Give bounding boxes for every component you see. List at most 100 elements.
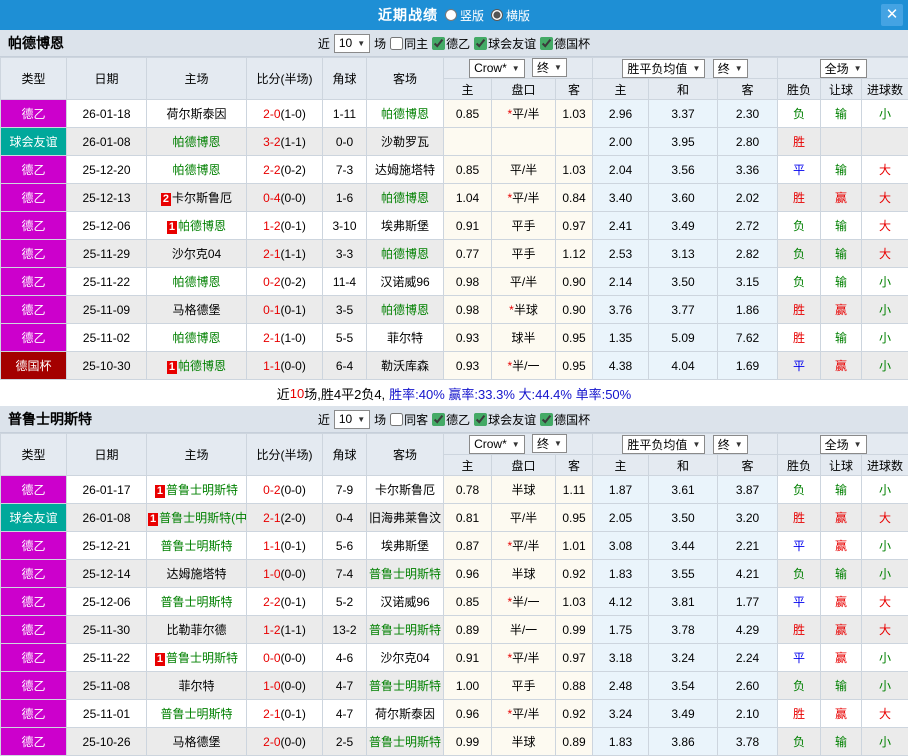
col-home: 主场 <box>147 434 247 476</box>
halftime-score: (0-2) <box>281 275 306 289</box>
halftime-score: (1-1) <box>281 623 306 637</box>
result-goals: 大 <box>862 588 908 616</box>
match-count-select[interactable]: 10▼ <box>334 410 370 429</box>
odds-away-value: 0.90 <box>556 268 593 296</box>
team-label: 卡尔斯鲁厄 <box>375 483 435 497</box>
home-team: 1普鲁士明斯特 <box>147 476 247 504</box>
match-row: 德乙25-11-01普鲁士明斯特2-1(0-1)4-7荷尔斯泰因0.96*平/半… <box>1 700 908 728</box>
league2-checkbox[interactable]: 德乙 <box>432 411 470 428</box>
results-body: 德乙26-01-18荷尔斯泰因2-0(1-0)1-11帕德博恩0.85*平/半1… <box>1 100 908 380</box>
friendly-checkbox[interactable]: 球会友谊 <box>474 411 536 428</box>
match-date: 25-12-21 <box>67 532 147 560</box>
league2-checkbox-input[interactable] <box>432 37 445 50</box>
layout-horizontal-option[interactable]: 横版 <box>491 7 530 24</box>
avg-final-select[interactable]: 终▼ <box>713 59 748 78</box>
result-wdl: 胜 <box>778 184 821 212</box>
team-label: 马格德堡 <box>172 303 220 317</box>
avg-select[interactable]: 胜平负均值▼ <box>622 435 705 454</box>
corner-count: 4-7 <box>323 672 367 700</box>
odds-home-value: 1.04 <box>444 184 492 212</box>
col-odds-away: 客 <box>556 455 593 476</box>
record-summary: 近10场,胜4平2负4, 胜率:40% 赢率:33.3% 大:44.4% 单率:… <box>0 380 908 406</box>
avg-draw-value: 3.37 <box>649 100 718 128</box>
cup-checkbox-input[interactable] <box>540 37 553 50</box>
fulltime-score: 3-2 <box>263 135 280 149</box>
halftime-score: (0-0) <box>281 651 306 665</box>
avg-draw-value: 3.49 <box>649 700 718 728</box>
cup-checkbox[interactable]: 德国杯 <box>540 411 590 428</box>
layout-vertical-option[interactable]: 竖版 <box>445 7 484 24</box>
cup-checkbox[interactable]: 德国杯 <box>540 35 590 52</box>
chevron-down-icon: ▼ <box>735 64 743 73</box>
away-team: 帕德博恩 <box>367 296 444 324</box>
match-type: 德乙 <box>1 184 67 212</box>
fulltime-score: 0-0 <box>263 651 280 665</box>
result-goals: 小 <box>862 352 908 380</box>
odds-provider-select[interactable]: Crow*▼ <box>469 59 525 78</box>
team-label: 勒沃库森 <box>381 359 429 373</box>
match-date: 25-11-22 <box>67 268 147 296</box>
result-goals: 小 <box>862 672 908 700</box>
avg-home-value: 2.48 <box>593 672 649 700</box>
avg-select[interactable]: 胜平负均值▼ <box>622 59 705 78</box>
same-venue-checkbox[interactable]: 同主 <box>390 35 428 52</box>
recent-results-popup: 近期战绩 竖版 横版 ✕ 帕德博恩 近 10▼ 场 同主 德乙 球会友谊 德国杯 <box>0 0 908 756</box>
away-team: 旧海弗莱鲁汶 <box>367 504 444 532</box>
fulltime-score: 1-0 <box>263 567 280 581</box>
odds-final-select[interactable]: 终▼ <box>532 434 567 453</box>
league2-checkbox-input[interactable] <box>432 413 445 426</box>
odds-home-value: 0.98 <box>444 296 492 324</box>
result-handicap: 赢 <box>821 184 862 212</box>
result-handicap: 输 <box>821 100 862 128</box>
same-venue-checkbox-input[interactable] <box>390 37 403 50</box>
vertical-radio[interactable] <box>445 9 457 21</box>
handicap-value: 半球 <box>492 560 556 588</box>
handicap-value: *平/半 <box>492 100 556 128</box>
match-date: 26-01-17 <box>67 476 147 504</box>
match-row: 德乙25-12-132卡尔斯鲁厄0-4(0-0)1-6帕德博恩1.04*平/半0… <box>1 184 908 212</box>
halftime-score: (0-1) <box>281 707 306 721</box>
friendly-checkbox-input[interactable] <box>474 413 487 426</box>
fulltime-score: 1-2 <box>263 623 280 637</box>
home-team: 普鲁士明斯特 <box>147 700 247 728</box>
odds-home-value: 0.89 <box>444 616 492 644</box>
fulltime-score: 2-1 <box>263 331 280 345</box>
odds-final-select[interactable]: 终▼ <box>532 58 567 77</box>
col-result-wdl: 胜负 <box>778 79 821 100</box>
match-score: 0-1(0-1) <box>247 296 323 324</box>
fullmatch-select[interactable]: 全场▼ <box>820 59 867 78</box>
match-type: 德乙 <box>1 156 67 184</box>
col-odds-away: 客 <box>556 79 593 100</box>
league2-checkbox[interactable]: 德乙 <box>432 35 470 52</box>
handicap-label: 平/半 <box>510 163 537 177</box>
match-type: 德乙 <box>1 240 67 268</box>
match-date: 25-10-30 <box>67 352 147 380</box>
cup-checkbox-input[interactable] <box>540 413 553 426</box>
match-type: 德乙 <box>1 100 67 128</box>
team-label: 帕德博恩 <box>381 191 429 205</box>
avg-draw-value: 5.09 <box>649 324 718 352</box>
same-venue-checkbox[interactable]: 同客 <box>390 411 428 428</box>
avg-home-value: 4.38 <box>593 352 649 380</box>
avg-home-value: 1.35 <box>593 324 649 352</box>
match-score: 1-2(0-1) <box>247 212 323 240</box>
handicap-label: 平手 <box>511 219 535 233</box>
match-score: 2-0(1-0) <box>247 100 323 128</box>
avg-home-value: 3.76 <box>593 296 649 324</box>
result-goals: 小 <box>862 100 908 128</box>
close-icon[interactable]: ✕ <box>881 4 903 26</box>
odds-away-value: 1.12 <box>556 240 593 268</box>
fullmatch-select[interactable]: 全场▼ <box>820 435 867 454</box>
match-count-select[interactable]: 10▼ <box>334 34 370 53</box>
friendly-checkbox[interactable]: 球会友谊 <box>474 35 536 52</box>
same-venue-checkbox-input[interactable] <box>390 413 403 426</box>
match-type: 德国杯 <box>1 352 67 380</box>
result-handicap: 输 <box>821 324 862 352</box>
match-row: 德乙25-12-21普鲁士明斯特1-1(0-1)5-6埃弗斯堡0.87*平/半1… <box>1 532 908 560</box>
friendly-checkbox-input[interactable] <box>474 37 487 50</box>
avg-final-select[interactable]: 终▼ <box>713 435 748 454</box>
away-team: 汉诺威96 <box>367 268 444 296</box>
horizontal-radio[interactable] <box>491 9 503 21</box>
odds-provider-select[interactable]: Crow*▼ <box>469 435 525 454</box>
match-type: 德乙 <box>1 700 67 728</box>
